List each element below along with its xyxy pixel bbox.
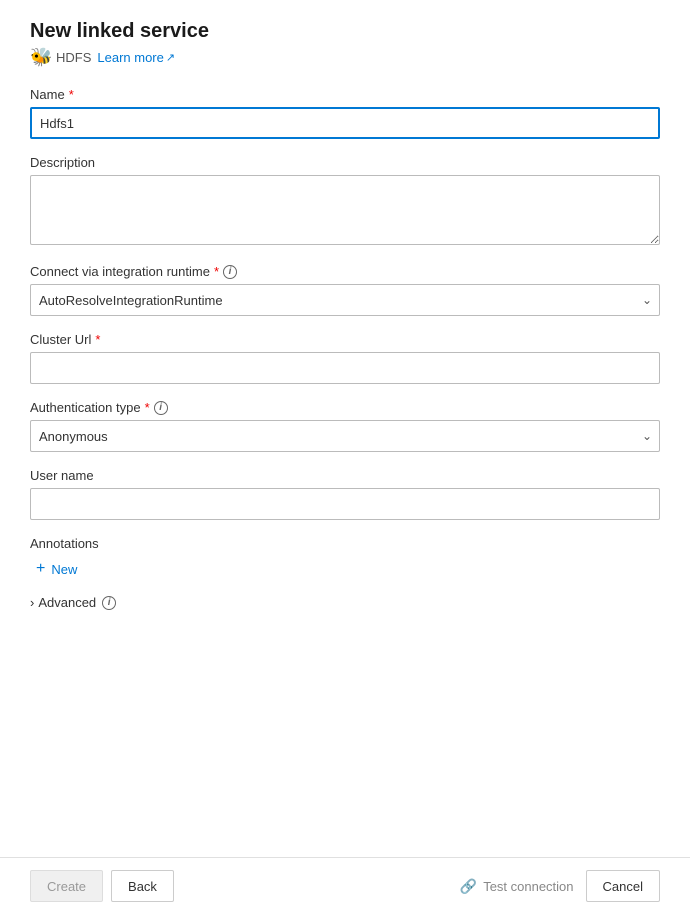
chevron-right-icon: ›	[30, 595, 34, 610]
plus-icon: +	[36, 561, 45, 577]
connect-select[interactable]: AutoResolveIntegrationRuntime	[30, 284, 660, 316]
description-label: Description	[30, 155, 95, 170]
annotations-label: Annotations	[30, 536, 660, 551]
cluster-url-label: Cluster Url	[30, 332, 91, 347]
advanced-toggle-button[interactable]: › Advanced	[30, 593, 96, 612]
subtitle-text: HDFS	[56, 50, 91, 65]
username-label: User name	[30, 468, 94, 483]
add-new-button[interactable]: + New	[30, 559, 83, 579]
cluster-url-required-star: *	[95, 332, 100, 347]
test-connection-label: Test connection	[483, 879, 573, 894]
name-label: Name	[30, 87, 65, 102]
cancel-button[interactable]: Cancel	[586, 870, 660, 902]
cluster-url-input[interactable]	[30, 352, 660, 384]
description-input[interactable]	[30, 175, 660, 245]
auth-type-select[interactable]: Anonymous Windows	[30, 420, 660, 452]
auth-type-label: Authentication type	[30, 400, 141, 415]
create-button[interactable]: Create	[30, 870, 103, 902]
advanced-info-icon: i	[102, 596, 116, 610]
link-icon: 🔗	[460, 878, 477, 895]
connect-required-star: *	[214, 264, 219, 279]
page-title: New linked service	[30, 20, 660, 43]
add-new-label: New	[51, 562, 77, 577]
name-required-star: *	[69, 87, 74, 102]
back-button[interactable]: Back	[111, 870, 174, 902]
advanced-label: Advanced	[38, 595, 96, 610]
name-input[interactable]	[30, 107, 660, 139]
test-connection-button[interactable]: 🔗 Test connection	[460, 878, 574, 895]
connect-label: Connect via integration runtime	[30, 264, 210, 279]
learn-more-link[interactable]: Learn more ↗	[97, 50, 175, 65]
auth-type-required-star: *	[145, 400, 150, 415]
connect-info-icon: i	[223, 265, 237, 279]
external-link-icon: ↗	[166, 51, 175, 64]
username-input[interactable]	[30, 488, 660, 520]
auth-type-info-icon: i	[154, 401, 168, 415]
hdfs-icon: 🐝	[30, 47, 50, 67]
